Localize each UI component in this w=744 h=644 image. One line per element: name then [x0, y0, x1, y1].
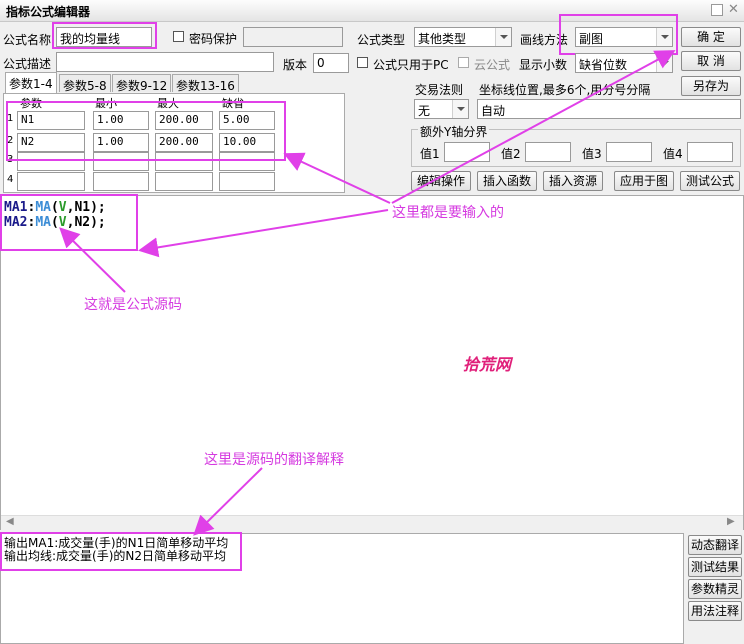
arrow-to-code-line: [59, 227, 126, 293]
arrow-to-code: [138, 209, 389, 258]
arrow-to-params: [283, 152, 391, 204]
watermark: 拾荒网: [463, 355, 512, 374]
annotation-arrows: [59, 50, 676, 536]
annotation-source-note: 这就是公式源码: [84, 297, 182, 313]
arrow-to-draw-method: [391, 50, 676, 204]
arrow-to-explanation: [193, 467, 263, 536]
annotation-input-note: 这里都是要输入的: [392, 205, 504, 221]
annotation-translate-note: 这里是源码的翻译解释: [204, 452, 344, 468]
